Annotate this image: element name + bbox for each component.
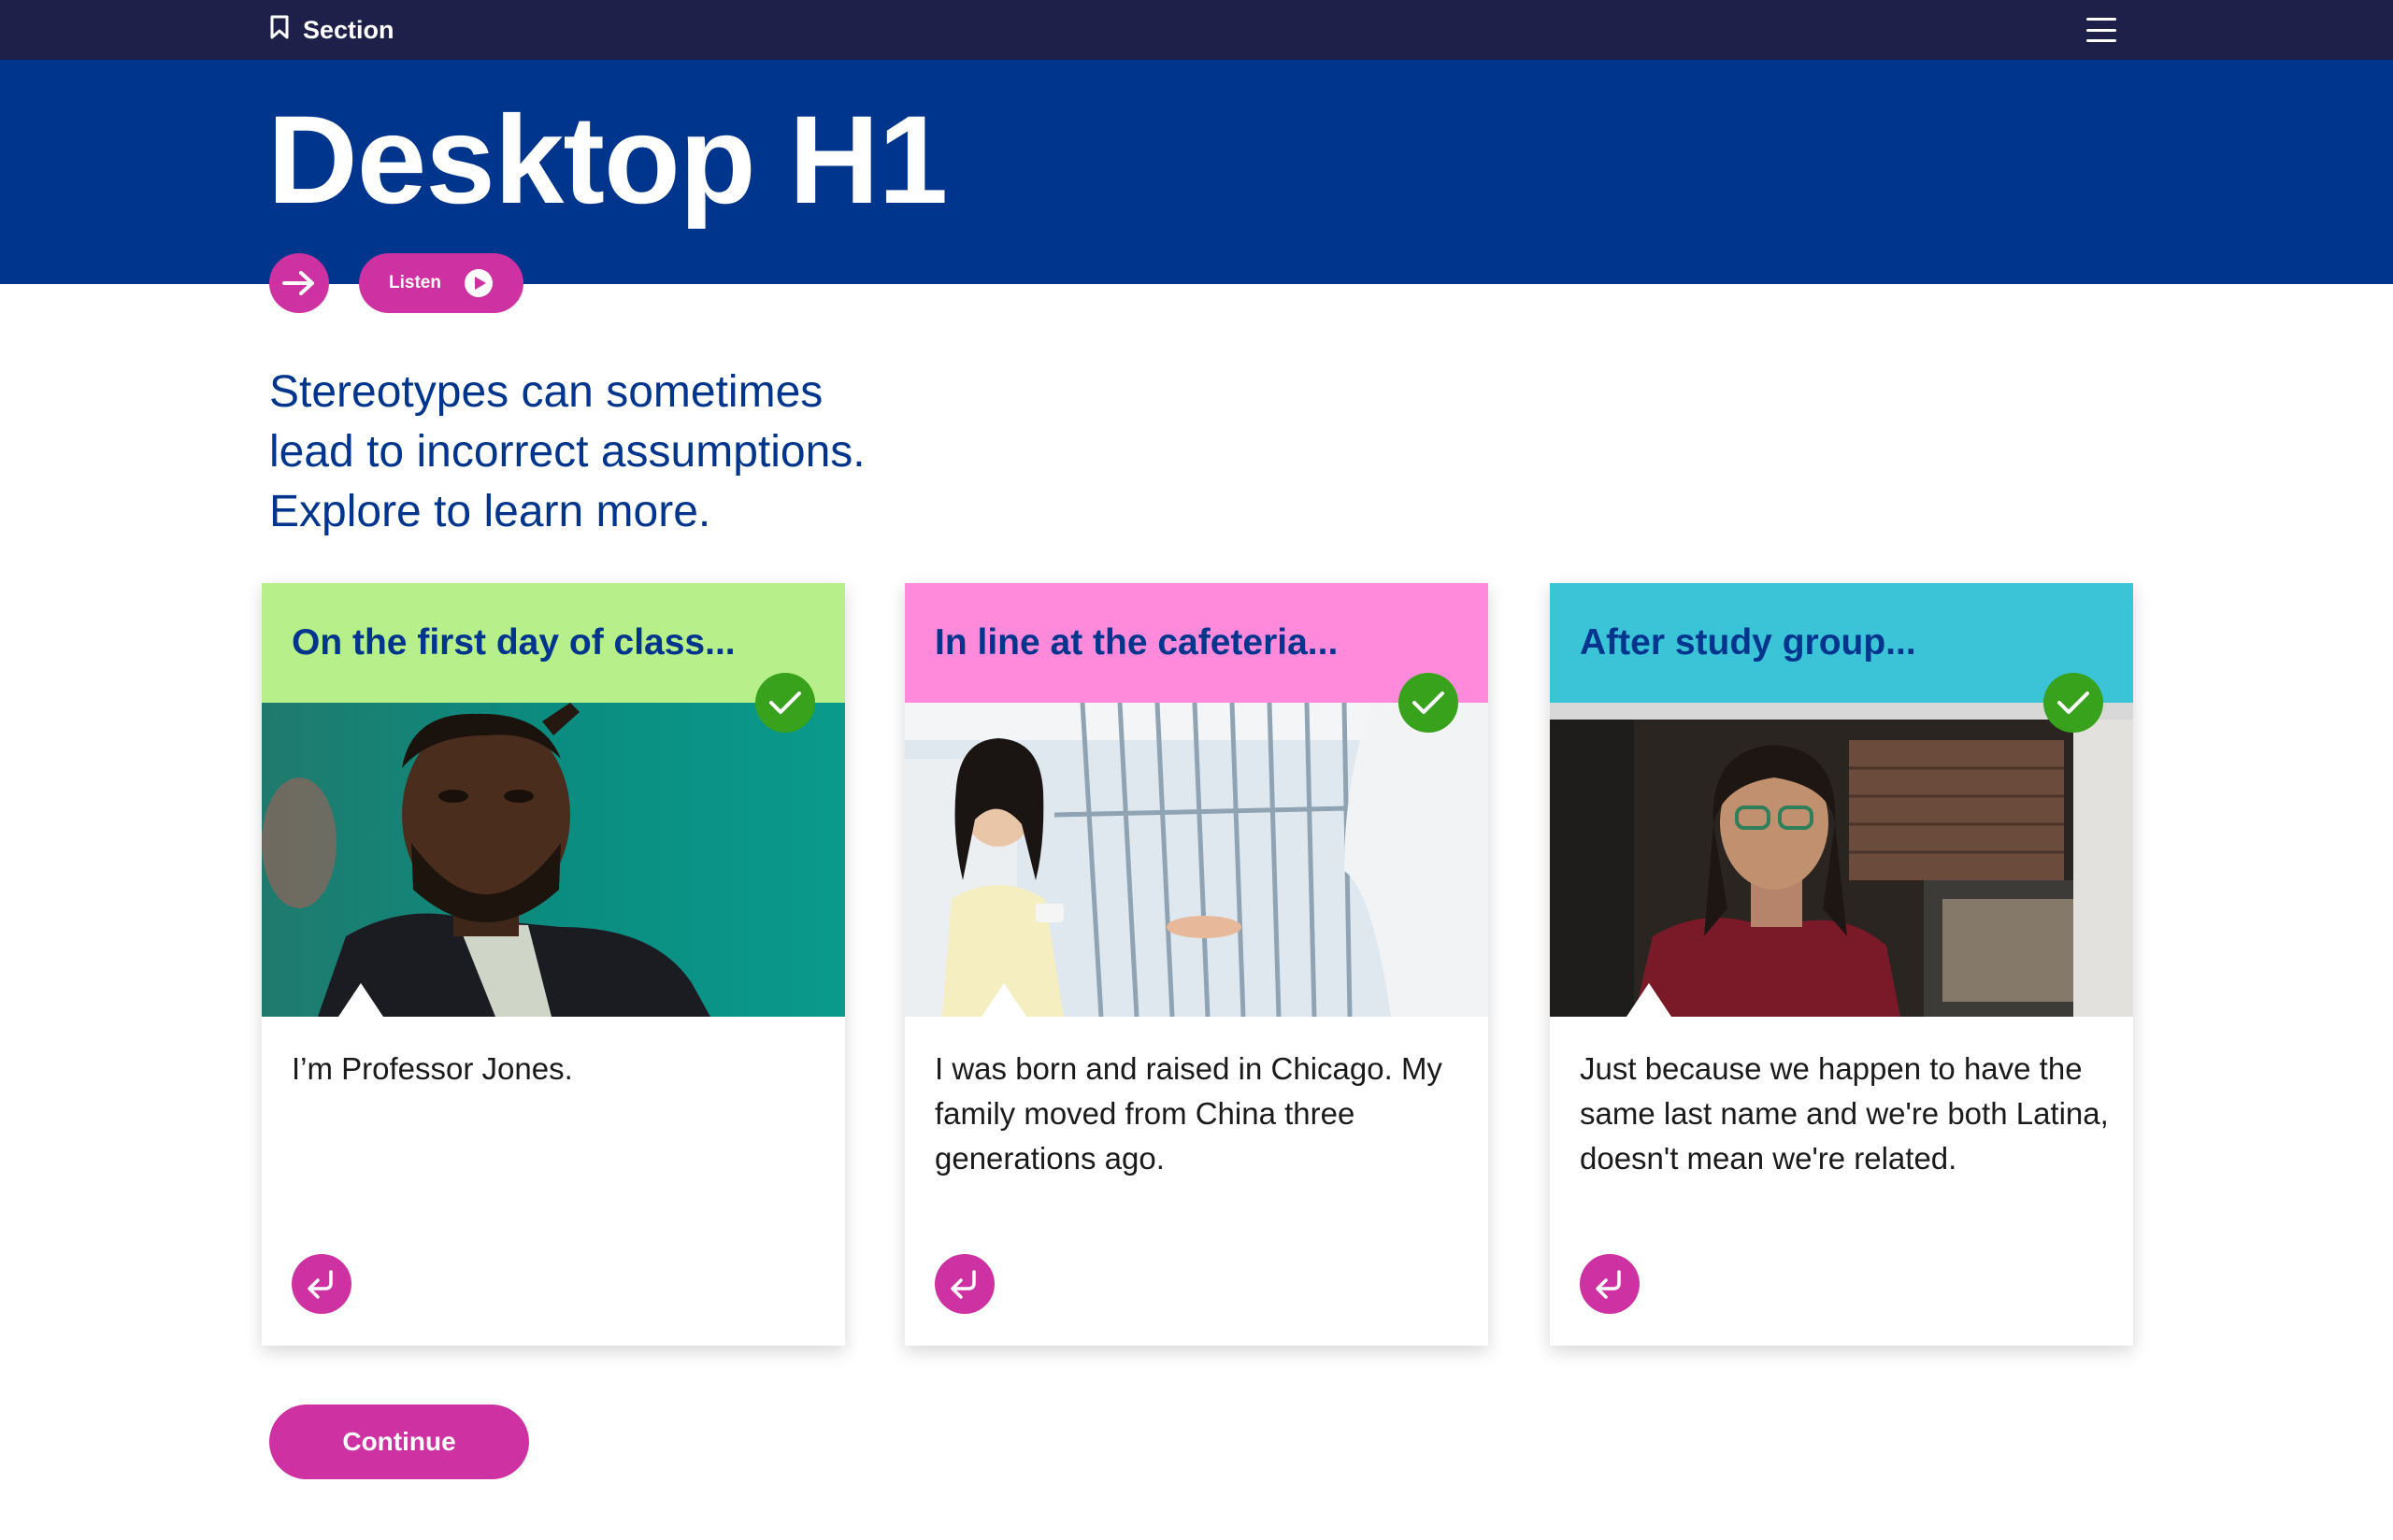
return-arrow-icon [1596,1270,1621,1299]
check-icon [2043,673,2103,733]
scenario-card-first-day[interactable]: On the first day of class... I’m Profess… [262,583,845,1346]
continue-button[interactable]: Continue [269,1405,529,1479]
card-body-text: I’m Professor Jones. [292,1051,573,1086]
study-group-photo [1550,703,2133,1017]
flip-back-button[interactable] [292,1254,351,1314]
card-pointer [982,983,1026,1017]
card-header: After study group... [1550,583,2133,703]
card-body-text: Just because we happen to have the same … [1580,1051,2109,1176]
card-pointer [338,983,383,1017]
card-title: On the first day of class... [292,622,736,663]
card-title: In line at the cafeteria... [935,622,1339,663]
intro-line: Stereotypes can sometimes [269,367,824,417]
bookmark-icon [269,15,290,46]
arrow-right-icon [282,271,314,295]
hero-banner: Desktop H1 [0,60,2393,284]
page-title: Desktop H1 [267,91,948,230]
card-title: After study group... [1580,622,1916,663]
intro-text: Stereotypes can sometimes lead to incorr… [269,363,1017,542]
intro-line: Explore to learn more. [269,487,711,536]
section-label: Section [303,15,394,44]
professor-photo [262,703,845,1017]
scenario-card-study-group[interactable]: After study group... Just because we hap… [1550,583,2133,1346]
flip-back-button[interactable] [1580,1254,1640,1314]
return-arrow-icon [308,1270,333,1299]
top-nav-bar: Section [0,0,2393,60]
card-header: On the first day of class... [262,583,845,703]
return-arrow-icon [951,1270,976,1299]
listen-button[interactable]: Listen [359,253,523,313]
listen-label: Listen [389,273,441,292]
check-icon [755,673,815,733]
hamburger-menu-icon[interactable] [2086,15,2116,45]
check-icon [1398,673,1458,733]
card-body-text: I was born and raised in Chicago. My fam… [935,1051,1442,1176]
flip-back-button[interactable] [935,1254,995,1314]
intro-line: lead to incorrect assumptions. [269,427,866,477]
play-icon [464,269,493,297]
card-header: In line at the cafeteria... [905,583,1488,703]
scenario-card-cafeteria[interactable]: In line at the cafeteria... I was born a… [905,583,1488,1346]
next-arrow-button[interactable] [269,253,329,313]
cafeteria-photo [905,703,1488,1017]
card-pointer [1626,983,1671,1017]
section-link[interactable]: Section [269,0,394,60]
